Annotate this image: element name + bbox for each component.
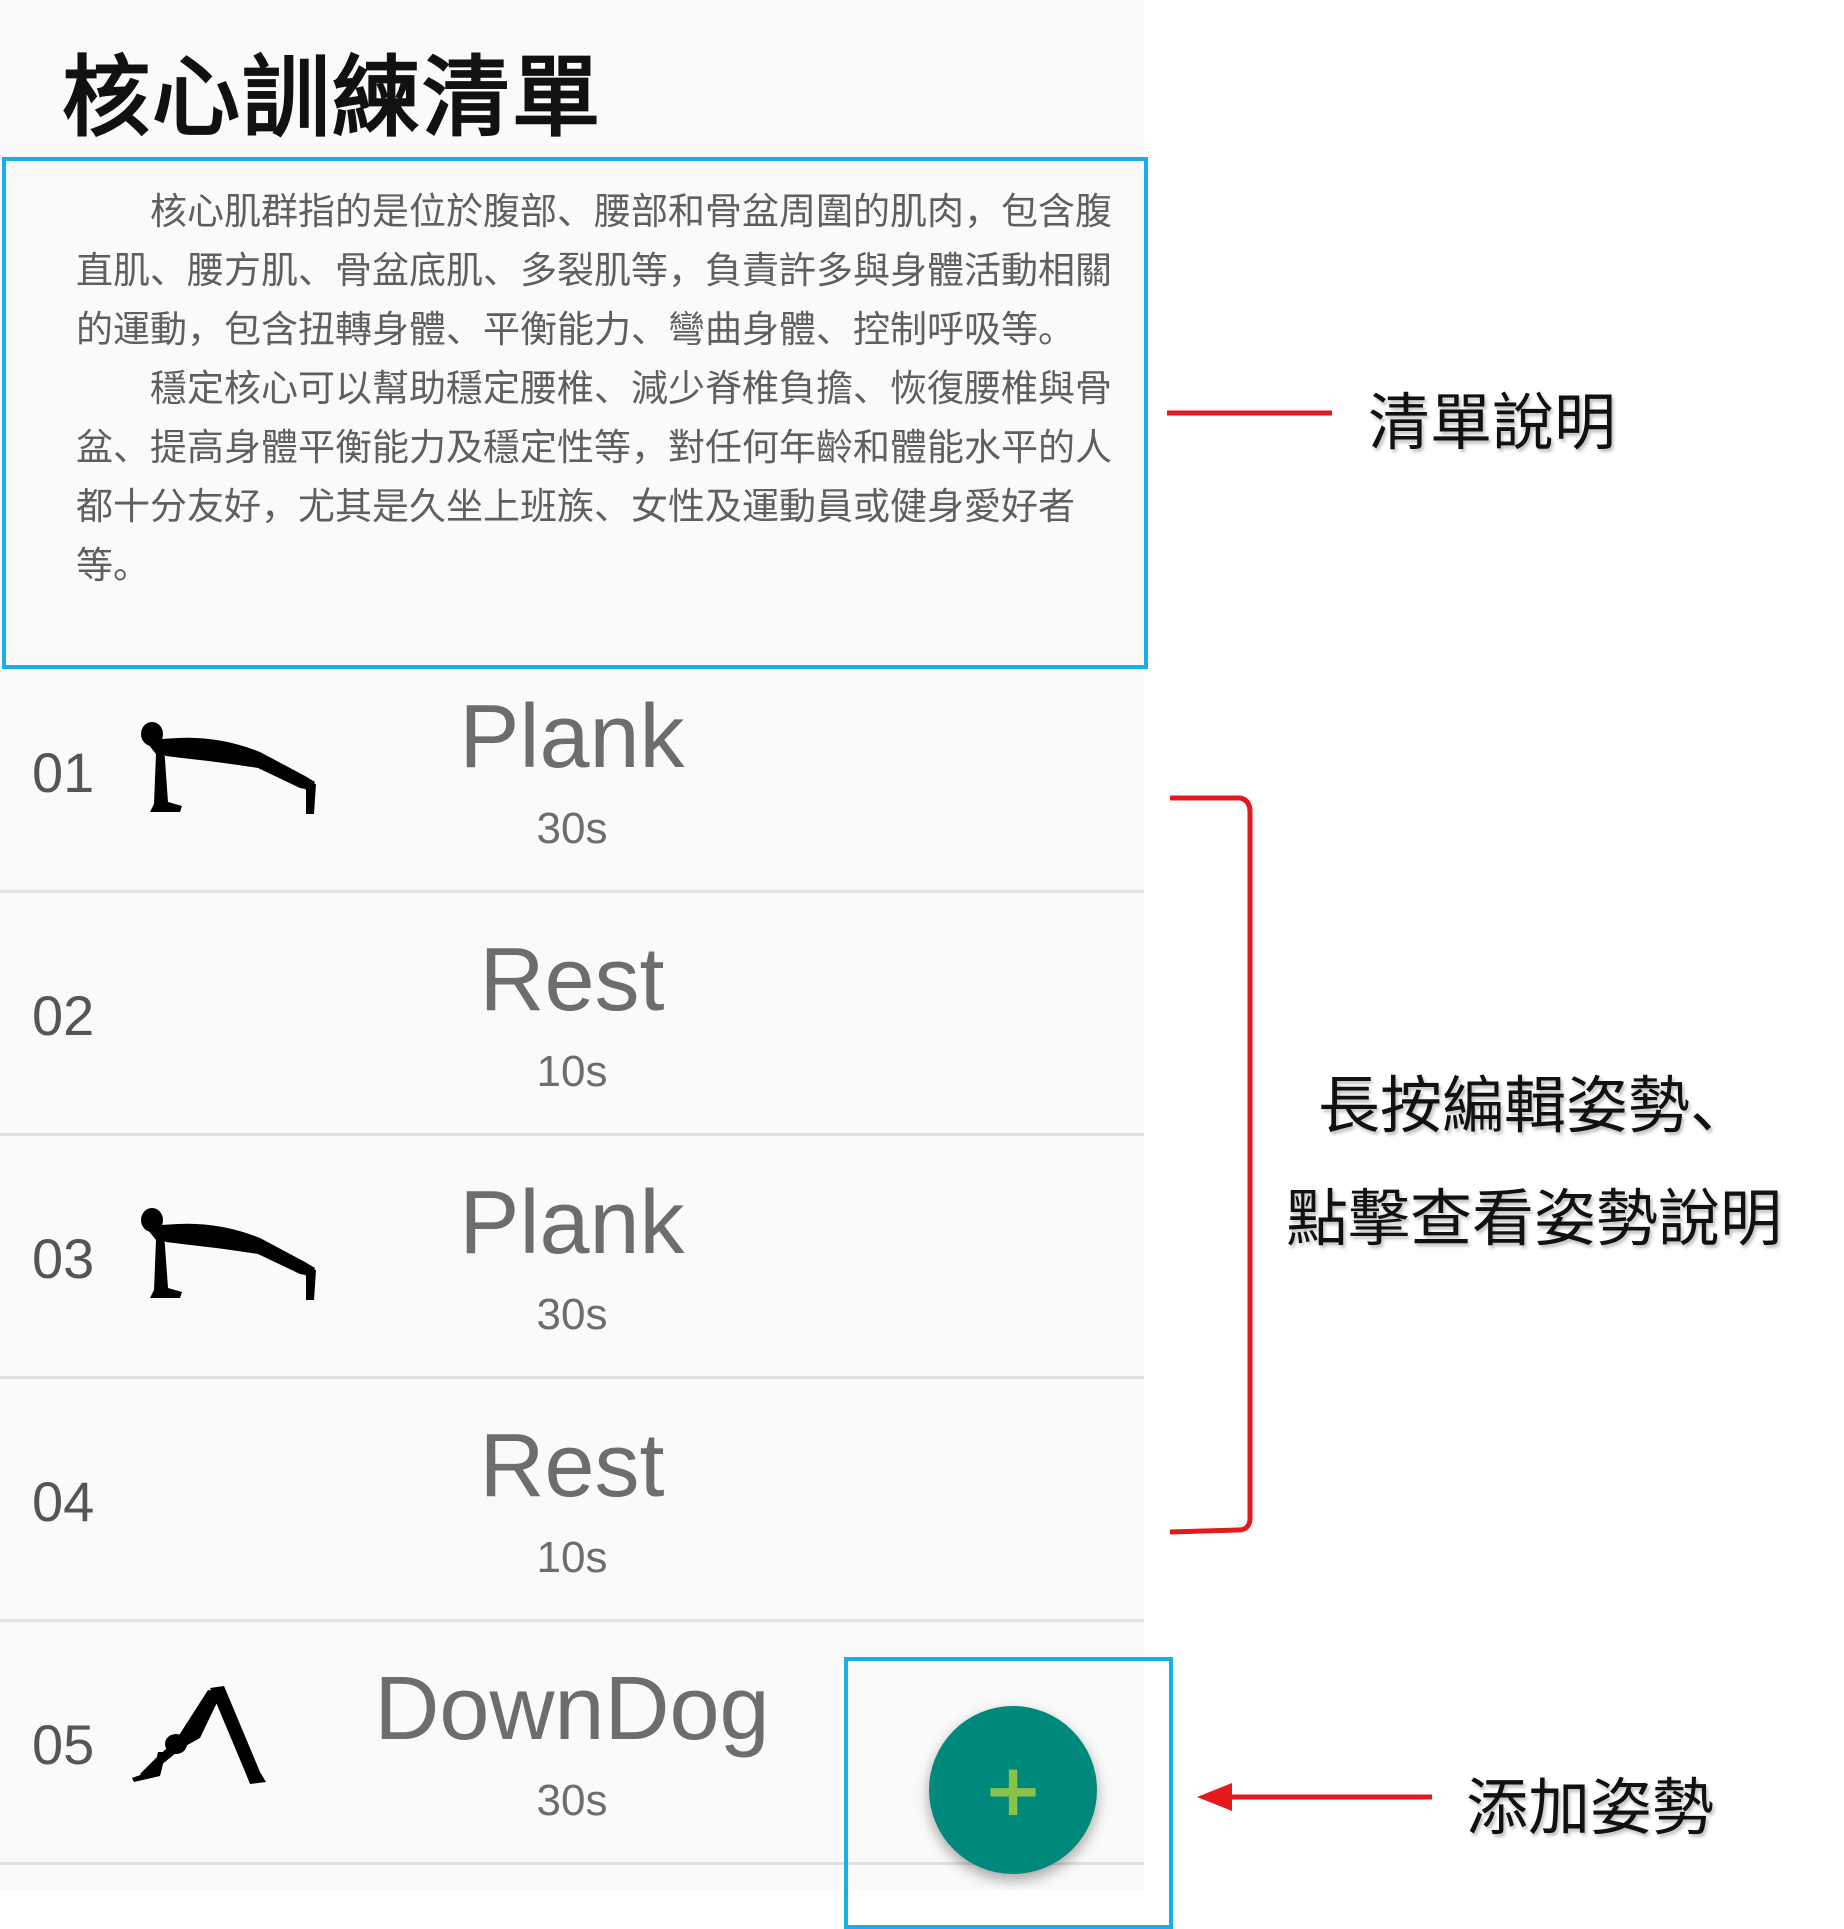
- fab-arrow-head: [1197, 1783, 1232, 1811]
- annotation-overlay: [1167, 410, 1432, 1811]
- list-annotation-line1: 長按編輯姿勢、: [1318, 1069, 1753, 1142]
- description-annotation: 清單說明: [1368, 386, 1617, 459]
- list-bracket: [1169, 795, 1253, 1535]
- fab-annotation: 添加姿勢: [1466, 1771, 1715, 1844]
- list-annotation-line2: 點擊查看姿勢說明: [1286, 1182, 1783, 1255]
